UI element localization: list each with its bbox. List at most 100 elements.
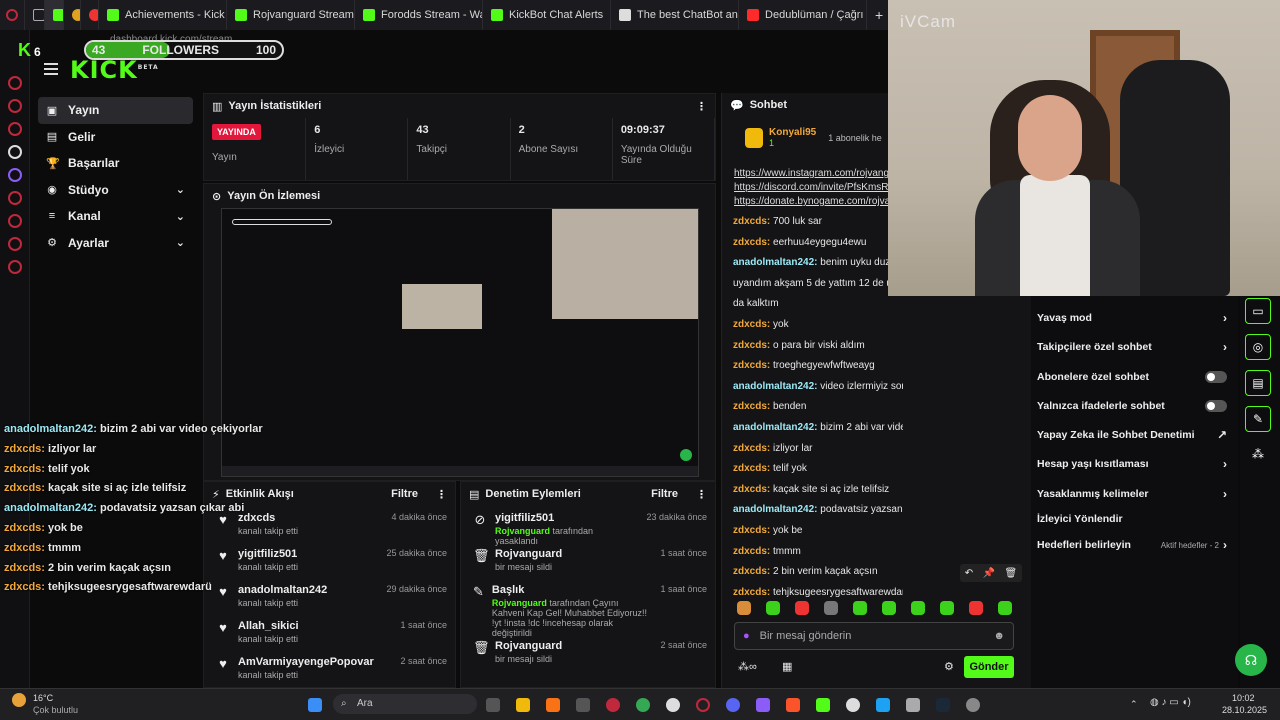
chat-username[interactable]: anadolmaltan242: bbox=[733, 422, 817, 433]
pinned-link[interactable]: https://donate.bynogame.com/rojvang bbox=[734, 195, 889, 209]
emote-icon[interactable] bbox=[824, 601, 838, 615]
chat-setting-2[interactable]: Abonelere özel sohbet bbox=[1037, 367, 1227, 387]
chat-setting-3[interactable]: Yalnızca ifadelerle sohbet bbox=[1037, 396, 1227, 416]
more-options-icon[interactable]: ⋮ bbox=[436, 488, 447, 501]
chat-username[interactable]: anadolmaltan242: bbox=[733, 504, 817, 515]
chat-username[interactable]: anadolmaltan242: bbox=[733, 257, 817, 268]
taskbar-app-icon[interactable] bbox=[486, 698, 500, 712]
chat-message[interactable]: zdxcds: tmmm bbox=[733, 542, 903, 563]
activity-filter-button[interactable]: Filtre bbox=[391, 488, 418, 500]
chat-username[interactable]: zdxcds: bbox=[733, 525, 770, 536]
chevron-right-icon[interactable]: › bbox=[1223, 538, 1227, 552]
nav-item-0[interactable]: ▣ Yayın bbox=[38, 97, 193, 124]
browser-tab[interactable]: KickBot Chat Alerts bbox=[483, 0, 612, 30]
browser-tab[interactable]: Achievements - Kick Das bbox=[99, 0, 228, 30]
help-fab-icon[interactable]: ☊ bbox=[1235, 644, 1267, 676]
chat-username[interactable]: zdxcds: bbox=[733, 401, 770, 412]
external-link-icon[interactable]: ↗ bbox=[1217, 428, 1227, 442]
chat-message[interactable]: zdxcds: tehjksugeesrygesaftwarewdarü bbox=[733, 583, 903, 604]
sidebar-app-icon[interactable] bbox=[7, 99, 22, 113]
discord-icon[interactable] bbox=[726, 698, 740, 712]
moderation-filter-button[interactable]: Filtre bbox=[651, 488, 678, 500]
chat-setting-6[interactable]: Yasaklanmış kelimeler › bbox=[1037, 484, 1227, 504]
toggle-switch[interactable] bbox=[1205, 371, 1227, 383]
chat-username[interactable]: zdxcds: bbox=[733, 360, 770, 371]
taskbar-search[interactable]: ⌕ Ara bbox=[333, 694, 477, 714]
chat-message[interactable]: zdxcds: telif yok bbox=[733, 459, 903, 480]
moderator-name[interactable]: Rojvanguard bbox=[495, 526, 550, 536]
brave-icon[interactable] bbox=[786, 698, 800, 712]
chevron-right-icon[interactable]: › bbox=[1223, 311, 1227, 325]
hamburger-menu-icon[interactable] bbox=[44, 63, 58, 75]
chat-message[interactable]: zdxcds: 2 bin verim kaçak açsın bbox=[733, 562, 903, 583]
chat-message[interactable]: zdxcds: o para bir viski aldım bbox=[733, 336, 903, 357]
settings-icon[interactable] bbox=[7, 260, 22, 274]
more-options-icon[interactable]: ⋮ bbox=[696, 100, 707, 113]
chat-username[interactable]: zdxcds: bbox=[733, 237, 770, 248]
sidebar-app-icon[interactable] bbox=[7, 191, 22, 205]
chat-message[interactable]: zdxcds: benden bbox=[733, 397, 903, 418]
chat-message[interactable]: zdxcds: eerhuu4eygegu4ewu bbox=[733, 233, 903, 254]
broadcast-icon[interactable]: ◎ bbox=[1245, 334, 1271, 360]
tab-pinned-3[interactable] bbox=[81, 0, 100, 30]
chevron-down-icon[interactable]: ⌄ bbox=[176, 183, 185, 196]
pinned-link[interactable]: https://www.instagram.com/rojvangu bbox=[734, 167, 889, 181]
microphone-icon[interactable]: ● bbox=[743, 630, 750, 642]
more-options-icon[interactable]: ⋮ bbox=[696, 488, 707, 501]
activity-username[interactable]: AmVarmiyayengePopovar bbox=[238, 656, 374, 668]
chat-bubble-icon[interactable]: ▭ bbox=[1245, 298, 1271, 324]
chat-message[interactable]: anadolmaltan242: benim uyku duzen bbox=[733, 253, 903, 274]
emote-icon[interactable] bbox=[969, 601, 983, 615]
nav-item-5[interactable]: ⚙ Ayarlar ⌄ bbox=[38, 230, 193, 257]
chat-message[interactable]: anadolmaltan242: video izlermiyiz sonra … bbox=[733, 377, 903, 398]
chrome-icon[interactable] bbox=[636, 698, 650, 712]
tab-pinned-2[interactable] bbox=[64, 0, 82, 30]
nav-item-4[interactable]: ≡ Kanal ⌄ bbox=[38, 203, 193, 230]
taskbar-app-icon[interactable] bbox=[906, 698, 920, 712]
chevron-right-icon[interactable]: › bbox=[1223, 340, 1227, 354]
new-tab-button[interactable]: + bbox=[867, 0, 888, 30]
emote-icon[interactable] bbox=[853, 601, 867, 615]
browser-tab[interactable]: Dedublüman / Çağrı Çelik bbox=[739, 0, 868, 30]
tab-actions-icon[interactable] bbox=[25, 0, 45, 30]
browser-tab[interactable]: Forodds Stream - Watch bbox=[355, 0, 484, 30]
chat-message[interactable]: zdxcds: yok bbox=[733, 315, 903, 336]
activity-username[interactable]: Allah_sikici bbox=[238, 620, 299, 632]
chat-username[interactable]: zdxcds: bbox=[733, 546, 770, 557]
emoji-icon[interactable]: ☻ bbox=[993, 630, 1005, 642]
chat-setting-1[interactable]: Takipçilere özel sohbet › bbox=[1037, 337, 1227, 357]
chat-username[interactable]: zdxcds: bbox=[733, 319, 770, 330]
taskbar-app-icon[interactable] bbox=[576, 698, 590, 712]
chat-message[interactable]: anadolmaltan242: bizim 2 abi var video ç… bbox=[733, 418, 903, 439]
start-icon[interactable] bbox=[308, 698, 322, 712]
delete-icon[interactable]: 🗑 bbox=[1005, 568, 1018, 579]
moderation-title[interactable]: Rojvanguard bbox=[495, 640, 562, 652]
emote-icon[interactable] bbox=[795, 601, 809, 615]
moderation-row[interactable]: 🗑 Rojvanguard bir mesajı sildi 2 saat önce bbox=[461, 634, 715, 670]
sidebar-app-icon[interactable] bbox=[7, 122, 22, 136]
nav-item-1[interactable]: ▤ Gelir bbox=[38, 124, 193, 151]
chat-message[interactable]: zdxcds: izliyor lar bbox=[733, 439, 903, 460]
emote-icon[interactable] bbox=[737, 601, 751, 615]
moderation-row[interactable]: ⊘ yigitfiliz501 Rojvanguard tarafından yas… bbox=[461, 506, 715, 546]
taskbar-app-icon[interactable] bbox=[756, 698, 770, 712]
chat-username[interactable]: zdxcds: bbox=[733, 566, 770, 577]
tray-icons[interactable]: ◍ ♪ ▭ ◖) bbox=[1150, 697, 1191, 708]
activity-row[interactable]: ♥ Allah_sikici kanalı takip etti 1 saat önc… bbox=[204, 614, 455, 650]
chat-setting-0[interactable]: Yavaş mod › bbox=[1037, 308, 1227, 328]
history-icon[interactable] bbox=[7, 214, 22, 228]
taskbar-app-icon[interactable] bbox=[876, 698, 890, 712]
emote-icon[interactable] bbox=[766, 601, 780, 615]
chat-settings-icon[interactable]: ⚙ bbox=[944, 660, 954, 673]
chevron-right-icon[interactable]: › bbox=[1223, 487, 1227, 501]
chevron-down-icon[interactable]: ⌄ bbox=[176, 236, 185, 249]
emote-icon[interactable] bbox=[998, 601, 1012, 615]
chat-username[interactable]: zdxcds: bbox=[733, 216, 770, 227]
taskbar-app-icon[interactable] bbox=[846, 698, 860, 712]
nav-item-3[interactable]: ◉ Stüdyo ⌄ bbox=[38, 177, 193, 204]
chat-username[interactable]: zdxcds: bbox=[733, 443, 770, 454]
chat-message[interactable]: da kalktım bbox=[733, 294, 903, 315]
emote-icon[interactable] bbox=[882, 601, 896, 615]
chat-setting-4[interactable]: Yapay Zeka ile Sohbet Denetimi ↗ bbox=[1037, 425, 1227, 445]
chat-username[interactable]: anadolmaltan242: bbox=[733, 381, 817, 392]
